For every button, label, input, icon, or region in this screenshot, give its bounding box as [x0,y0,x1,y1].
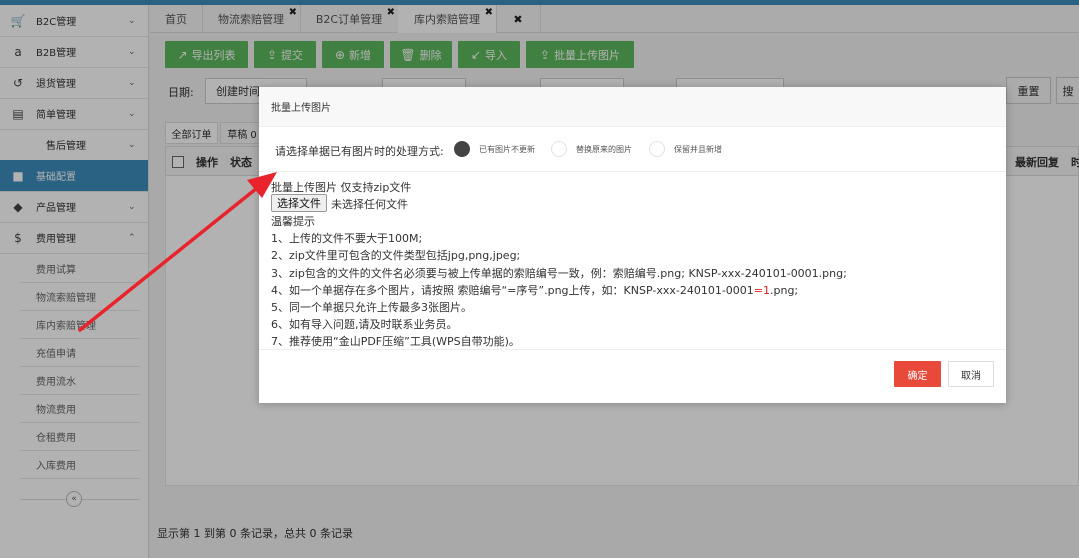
batch-upload-dialog: 批量上传图片 请选择单据已有图片时的处理方式: 已有图片不更新 替换原来的图片 … [259,87,1006,403]
upload-label: 批量上传图片 仅支持zip文件 [271,181,412,194]
radio-no-update[interactable] [454,141,470,157]
option-title: 请选择单据已有图片时的处理方式: [275,145,444,158]
tip-highlight: =1 [753,283,770,297]
no-file-text: 未选择任何文件 [331,198,408,211]
radio-label: 保留并且新增 [674,145,722,154]
tip-line: 6、如有导入问题,请及时联系业务员。 [271,318,458,332]
tips-title: 温馨提示 [271,215,315,228]
tip-line: 2、zip文件里可包含的文件类型包括jpg,png,jpeg; [271,249,521,263]
tip-line: 5、同一个单据只允许上传最多3张图片。 [271,301,472,315]
tips-block: 温馨提示 1、上传的文件不要大于100M; 2、zip文件里可包含的文件类型包括… [271,213,847,351]
option-row: 请选择单据已有图片时的处理方式: 已有图片不更新 替换原来的图片 保留并且新增 [259,127,1006,172]
radio-keep-and-add[interactable] [649,141,665,157]
choose-file-button[interactable]: 选择文件 [271,194,327,212]
cancel-button[interactable]: 取消 [948,361,994,387]
confirm-button[interactable]: 确定 [894,361,941,387]
tip-text: 4、如一个单据存在多个图片，请按照 索赔编号“=序号”.png上传，如：KNSP… [271,283,754,297]
radio-label: 已有图片不更新 [479,145,535,154]
tip-line: 3、zip包含的文件的文件名必须要与被上传单据的索赔编号一致，例：索赔编号.pn… [271,266,847,280]
tip-line-4: 4、如一个单据存在多个图片，请按照 索赔编号“=序号”.png上传，如：KNSP… [271,282,847,299]
tip-text: .png; [770,283,799,297]
radio-replace[interactable] [551,141,567,157]
dialog-footer-divider [259,349,1006,350]
tip-line: 1、上传的文件不要大于100M; [271,232,423,246]
radio-label: 替换原来的图片 [576,145,632,154]
dialog-title: 批量上传图片 [259,87,1006,127]
